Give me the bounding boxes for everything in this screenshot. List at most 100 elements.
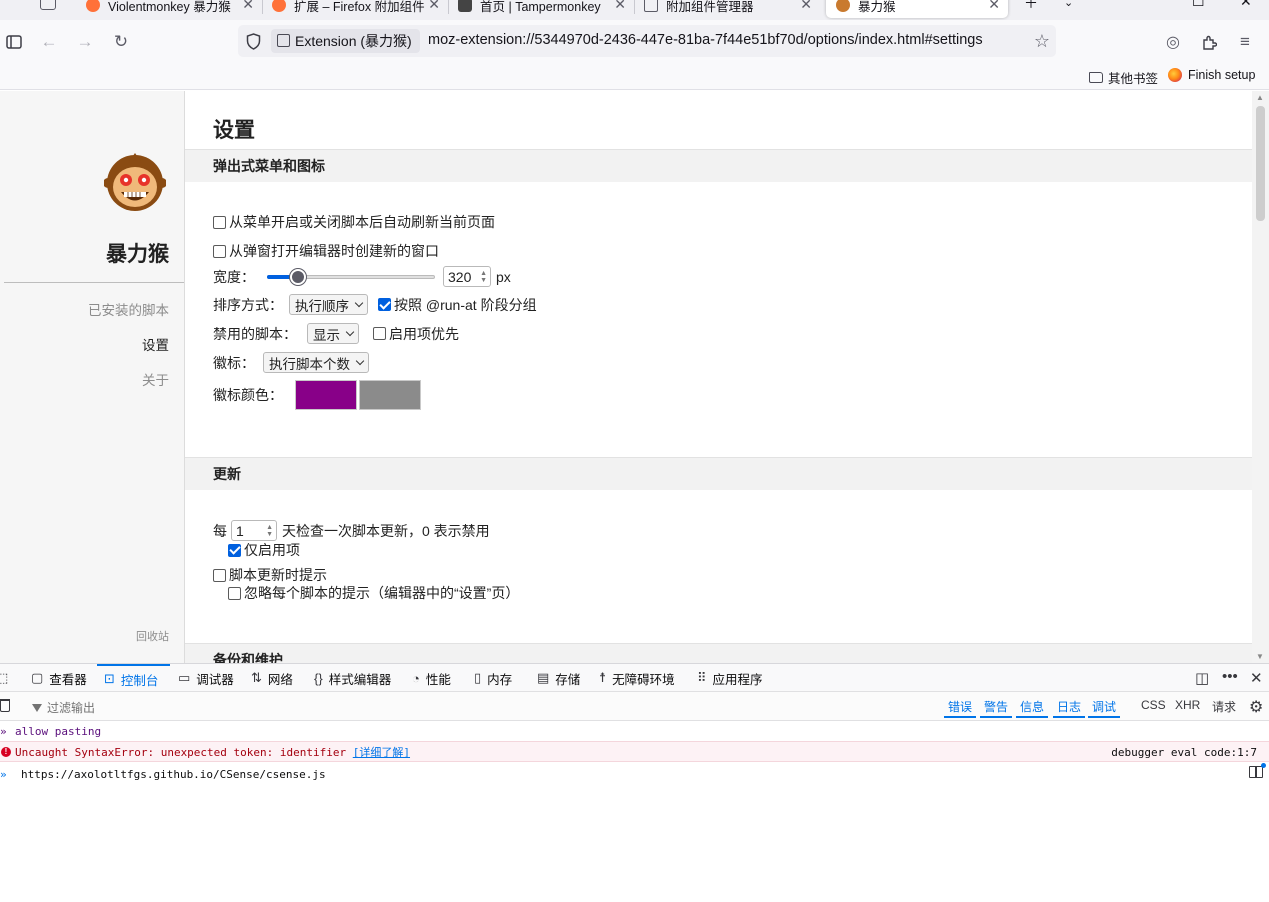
bookmark-star-icon[interactable]: ☆ (1034, 31, 1050, 52)
tab-style-editor[interactable]: {} 样式编辑器 (314, 664, 391, 692)
spin-buttons-icon[interactable]: ▲ ▼ (266, 524, 273, 538)
scrollbar-thumb[interactable] (1256, 106, 1265, 221)
console-prompt[interactable]: » https://axolotltfgs.github.io/CSense/c… (0, 763, 1269, 785)
page-scrollbar[interactable]: ▲ ▼ (1252, 91, 1269, 663)
multiline-editor-icon[interactable] (1249, 763, 1266, 778)
scroll-up-icon[interactable]: ▲ (1256, 93, 1264, 102)
tab-inspector[interactable]: ▢ 查看器 (31, 664, 87, 692)
account-icon[interactable]: ◎ (1163, 32, 1183, 52)
option-ignore-per-script[interactable]: 忽略每个脚本的提示（编辑器中的“设置”页） (228, 583, 519, 603)
forward-icon[interactable]: → (75, 32, 95, 52)
tab-tampermonkey[interactable]: 首页 | Tampermonkey ✕ (448, 0, 635, 18)
disabled-scripts-select[interactable]: 显示 (307, 323, 359, 344)
filter-level-errors[interactable]: 错误 (944, 698, 977, 718)
sidebar-item-recycle-bin[interactable]: 回收站 (136, 628, 169, 644)
console-prompt-text[interactable]: https://axolotltfgs.github.io/CSense/cse… (0, 768, 326, 781)
sidebar-toggle-icon[interactable] (4, 32, 24, 52)
style-editor-icon: {} (314, 670, 323, 686)
sort-select[interactable]: 执行顺序 (289, 294, 368, 315)
autoreload-checkbox[interactable] (213, 215, 226, 229)
back-icon[interactable]: ← (39, 32, 59, 52)
reload-icon[interactable]: ↻ (111, 32, 131, 52)
filter-level-warnings[interactable]: 警告 (980, 698, 1013, 718)
filter-level-info[interactable]: 信息 (1016, 698, 1049, 718)
close-tab-icon[interactable]: ✕ (428, 0, 440, 13)
error-source-location[interactable]: debugger eval code:1:7 (1111, 742, 1257, 763)
slider-thumb[interactable] (289, 268, 306, 285)
filter-xhr[interactable]: XHR (1171, 698, 1204, 713)
tab-console[interactable]: ⊡ 控制台 (97, 664, 170, 692)
error-message: Uncaught SyntaxError: unexpected token: … (15, 746, 347, 759)
enabled-first-checkbox[interactable] (373, 327, 386, 340)
clear-console-icon[interactable] (0, 699, 10, 712)
update-notify-checkbox[interactable] (213, 568, 226, 582)
filter-requests[interactable]: 请求 (1208, 698, 1240, 716)
option-autoreload[interactable]: 从菜单开启或关闭脚本后自动刷新当前页面 (213, 212, 495, 232)
network-icon: ⇅ (251, 670, 262, 685)
badge-color-swatch-inactive[interactable] (359, 380, 421, 410)
spin-buttons-icon[interactable]: ▲ ▼ (480, 270, 487, 284)
tab-application[interactable]: ⠿ 应用程序 (697, 664, 763, 692)
scroll-down-icon[interactable]: ▼ (1256, 652, 1264, 661)
width-slider[interactable] (267, 268, 435, 286)
close-tab-icon[interactable]: ✕ (242, 0, 254, 13)
tab-firefox-addons[interactable]: 扩展 – Firefox 附加组件 ✕ (262, 0, 449, 18)
sidebar-item-about[interactable]: 关于 (142, 369, 169, 389)
close-tab-icon[interactable]: ✕ (800, 0, 812, 13)
option-label: 按照 @run-at 阶段分组 (394, 296, 537, 313)
group-runat-checkbox[interactable] (378, 298, 391, 311)
app-menu-icon[interactable]: ≡ (1235, 32, 1255, 52)
width-label: 宽度： (213, 268, 255, 285)
close-tab-icon[interactable]: ✕ (614, 0, 626, 13)
bookmarks-toolbar: 其他书签 Finish setup (0, 64, 1269, 90)
badge-color-swatch-active[interactable] (295, 380, 357, 410)
more-options-icon[interactable]: ••• (1222, 668, 1238, 685)
tab-title: 扩展 – Firefox 附加组件 (294, 0, 425, 14)
settings-content: 设置 弹出式菜单和图标 从菜单开启或关闭脚本后自动刷新当前页面 从弹窗打开编辑器… (185, 91, 1252, 663)
tab-accessibility[interactable]: ☨ 无障碍环境 (599, 664, 675, 692)
filter-level-logs[interactable]: 日志 (1053, 698, 1086, 718)
tracking-protection-shield-icon[interactable] (246, 33, 261, 50)
console-settings-gear-icon[interactable]: ⚙ (1249, 697, 1263, 717)
bookmark-finish-setup[interactable]: Finish setup (1168, 68, 1255, 82)
filter-level-debug[interactable]: 调试 (1088, 698, 1121, 718)
bookmark-other[interactable]: 其他书签 (1089, 68, 1158, 87)
sidebar-item-settings[interactable]: 设置 (142, 334, 169, 354)
update-interval-input[interactable]: 1 ▲ ▼ (231, 520, 277, 541)
sidebar-item-installed-scripts[interactable]: 已安装的脚本 (88, 299, 169, 319)
tab-performance[interactable]: ◔ 性能 (412, 664, 451, 692)
new-tab-icon[interactable]: ＋ (1024, 0, 1038, 13)
close-devtools-icon[interactable]: ✕ (1250, 669, 1263, 687)
list-tabs-icon[interactable]: ⌄ (1064, 0, 1073, 9)
url-bar[interactable]: Extension (暴力猴) moz-extension://5344970d… (238, 25, 1056, 57)
tab-debugger[interactable]: ▭ 调试器 (178, 664, 234, 692)
accessibility-icon: ☨ (599, 670, 607, 685)
ignore-per-script-checkbox[interactable] (228, 586, 241, 600)
url-text[interactable]: moz-extension://5344970d-2436-447e-81ba-… (428, 32, 983, 48)
option-update-notify[interactable]: 脚本更新时提示 (213, 565, 327, 585)
width-number-input[interactable]: 320 ▲ ▼ (443, 266, 491, 287)
tab-addons-manager[interactable]: 附加组件管理器 ✕ (634, 0, 820, 18)
extensions-icon[interactable] (1199, 32, 1219, 52)
filter-output-input[interactable]: 过滤输出 (32, 699, 95, 716)
option-update-interval: 每 1 ▲ ▼ 天检查一次脚本更新，0 表示禁用 (213, 520, 490, 541)
maximize-icon[interactable]: ☐ (1192, 0, 1205, 10)
learn-more-link[interactable]: [详细了解] (353, 746, 410, 759)
close-window-icon[interactable]: ✕ (1240, 0, 1252, 10)
enabled-only-checkbox[interactable] (228, 543, 241, 557)
new-window-checkbox[interactable] (213, 244, 226, 258)
firefox-view-icon[interactable] (40, 0, 56, 10)
option-new-window[interactable]: 从弹窗打开编辑器时创建新的窗口 (213, 241, 439, 261)
tab-violentmonkey-options[interactable]: 暴力猴 ✕ (826, 0, 1008, 18)
tab-memory[interactable]: ▯ 内存 (474, 664, 512, 692)
tab-network[interactable]: ⇅ 网络 (251, 664, 293, 692)
close-tab-icon[interactable]: ✕ (988, 0, 1000, 13)
filter-css[interactable]: CSS (1137, 698, 1170, 713)
element-picker-icon[interactable]: ⬚ (0, 664, 14, 692)
tab-storage[interactable]: ▤ 存储 (537, 664, 580, 692)
extension-identity-badge[interactable]: Extension (暴力猴) (271, 29, 420, 53)
option-enabled-only[interactable]: 仅启用项 (228, 540, 300, 560)
dock-side-icon[interactable]: ◫ (1195, 669, 1209, 687)
tab-violentmonkey[interactable]: Violentmonkey 暴力猴 ✕ (76, 0, 263, 18)
badge-select[interactable]: 执行脚本个数 (263, 352, 369, 373)
